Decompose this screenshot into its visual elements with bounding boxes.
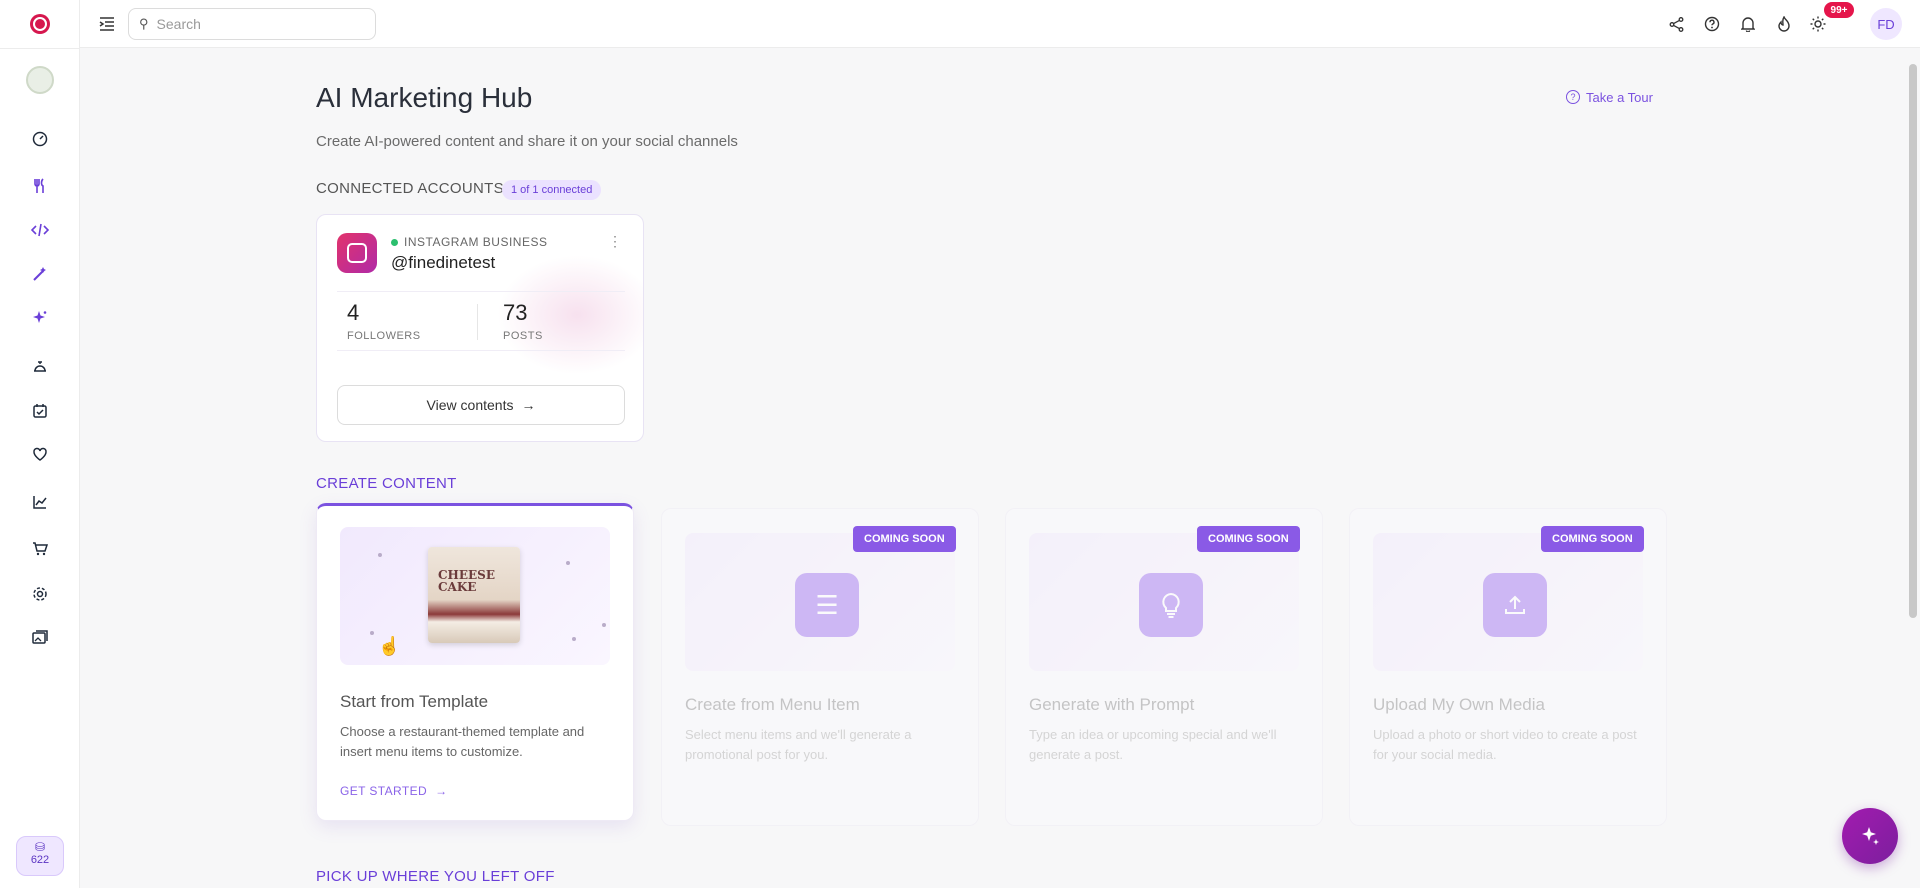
card-title: Upload My Own Media	[1373, 695, 1545, 714]
posts-count: 73	[503, 300, 528, 325]
connected-count-badge: 1 of 1 connected	[502, 180, 602, 200]
scrollbar-thumb[interactable]	[1909, 64, 1917, 618]
take-tour-button[interactable]: ? Take a Tour	[1556, 84, 1663, 110]
sparkle-decor	[370, 631, 374, 635]
top-bar: ⚲ 99+ FD	[80, 0, 1920, 48]
arrow-right-icon: →	[521, 397, 536, 413]
create-content-heading: CREATE CONTENT	[316, 475, 457, 492]
credits-badge[interactable]: ⛁ 622	[16, 836, 64, 876]
instagram-icon	[337, 233, 377, 273]
chart-line-icon[interactable]	[28, 490, 52, 514]
database-icon: ⛁	[34, 840, 46, 854]
view-contents-button[interactable]: View contents →	[337, 385, 625, 425]
card-title: Start from Template	[340, 692, 489, 711]
card-preview: ☰	[685, 533, 955, 671]
sparkle-decor	[566, 561, 570, 565]
account-type-label: INSTAGRAM BUSINESS	[404, 235, 548, 249]
help-icon[interactable]	[1700, 12, 1724, 36]
start-from-template-card[interactable]: CHEESE CAKE Start from Template Choose a…	[316, 503, 634, 821]
sparkle-icon[interactable]	[28, 306, 52, 330]
user-avatar[interactable]: FD	[1870, 8, 1902, 40]
take-tour-label: Take a Tour	[1586, 89, 1653, 105]
menu-toggle-icon[interactable]	[96, 13, 118, 35]
coming-soon-badge: COMING SOON	[1541, 526, 1644, 552]
card-preview	[1373, 533, 1643, 671]
card-title: Create from Menu Item	[685, 695, 860, 714]
calendar-check-icon[interactable]	[28, 399, 52, 423]
card-description: Upload a photo or short video to create …	[1373, 727, 1637, 762]
account-type: INSTAGRAM BUSINESS	[391, 235, 547, 249]
hand-cursor-icon: ☝	[378, 636, 401, 656]
arrow-right-icon: →	[435, 784, 448, 798]
cheesecake-template-image: CHEESE CAKE	[428, 547, 520, 643]
page-title: AI Marketing Hub	[316, 82, 533, 113]
get-started-label: GET STARTED	[340, 784, 428, 798]
flame-icon[interactable]	[1772, 12, 1796, 36]
coming-soon-badge: COMING SOON	[853, 526, 956, 552]
upload-icon	[1483, 573, 1547, 637]
sparkle-decor	[378, 553, 382, 557]
get-started-link[interactable]: GET STARTED →	[340, 784, 448, 798]
gear-icon[interactable]	[28, 582, 52, 606]
posts-stat: 73 POSTS	[503, 300, 543, 342]
sidebar: ⛁ 622	[0, 0, 80, 888]
view-contents-label: View contents	[426, 397, 514, 413]
service-bell-icon[interactable]	[28, 355, 52, 379]
card-preview	[1029, 533, 1299, 671]
create-from-menu-item-card: ☰ Create from Menu Item Select menu item…	[661, 508, 979, 826]
magic-wand-icon[interactable]	[28, 262, 52, 286]
cart-icon[interactable]	[28, 537, 52, 561]
coming-soon-badge: COMING SOON	[1197, 526, 1300, 552]
followers-count: 4	[347, 300, 360, 325]
media-icon[interactable]	[28, 626, 52, 650]
card-description: Select menu items and we'll generate a p…	[685, 727, 912, 762]
sun-icon[interactable]	[1806, 12, 1830, 36]
upload-own-media-card: Upload My Own Media Upload a photo or sh…	[1349, 508, 1667, 826]
org-avatar[interactable]	[26, 66, 54, 94]
search-icon: ⚲	[139, 16, 149, 31]
list-icon: ☰	[795, 573, 859, 637]
scrollbar[interactable]	[1906, 48, 1920, 888]
sparkle-decor	[602, 623, 606, 627]
stats-divider	[477, 304, 478, 340]
page-subtitle: Create AI-powered content and share it o…	[316, 133, 738, 150]
fork-knife-icon[interactable]	[28, 174, 52, 198]
more-options-icon[interactable]: ⋮	[607, 233, 623, 253]
lightbulb-icon	[1139, 573, 1203, 637]
brand-logo-icon[interactable]	[30, 14, 50, 34]
instagram-account-card: INSTAGRAM BUSINESS @finedinetest ⋮ 4 FOL…	[316, 214, 644, 442]
account-handle: @finedinetest	[391, 253, 496, 272]
credits-count: 622	[30, 854, 50, 866]
help-circle-icon: ?	[1566, 90, 1580, 104]
ai-assistant-fab[interactable]	[1842, 808, 1898, 864]
status-dot-icon	[391, 238, 398, 246]
share-icon[interactable]	[1664, 12, 1688, 36]
bell-icon[interactable]	[1736, 12, 1760, 36]
account-stats: 4 FOLLOWERS 73 POSTS	[337, 291, 625, 351]
followers-stat: 4 FOLLOWERS	[347, 300, 421, 342]
connected-accounts-heading: CONNECTED ACCOUNTS	[316, 180, 504, 197]
card-description: Choose a restaurant-themed template and …	[340, 724, 585, 759]
posts-label: POSTS	[503, 330, 543, 342]
card-title: Generate with Prompt	[1029, 695, 1195, 714]
search-box[interactable]: ⚲	[128, 8, 376, 40]
search-input[interactable]	[154, 15, 355, 33]
dashboard-icon[interactable]	[28, 127, 52, 151]
pick-up-heading: PICK UP WHERE YOU LEFT OFF	[316, 868, 555, 885]
heart-icon[interactable]	[28, 442, 52, 466]
followers-label: FOLLOWERS	[347, 330, 421, 342]
card-description: Type an idea or upcoming special and we'…	[1029, 727, 1277, 762]
sidebar-divider	[0, 48, 80, 49]
code-icon[interactable]	[28, 218, 52, 242]
template-image-text: CHEESE CAKE	[438, 568, 495, 594]
sparkle-decor	[572, 637, 576, 641]
generate-with-prompt-card: Generate with Prompt Type an idea or upc…	[1005, 508, 1323, 826]
